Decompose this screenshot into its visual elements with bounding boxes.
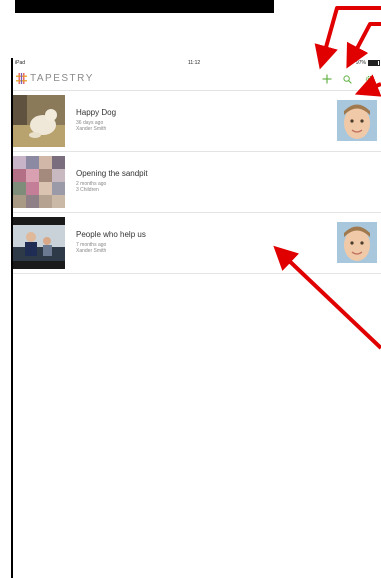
plus-icon xyxy=(322,74,332,84)
add-button[interactable] xyxy=(320,72,334,86)
carrier-label: iPad xyxy=(15,60,26,66)
gear-icon xyxy=(365,75,373,83)
observation-row-people-who-help[interactable]: People who help us 7 months ago Xander S… xyxy=(13,213,381,274)
app-toolbar: TAPESTRY xyxy=(13,68,381,91)
black-header-bar xyxy=(15,0,274,13)
observation-info: People who help us 7 months ago Xander S… xyxy=(76,230,146,254)
tapestry-grid-icon xyxy=(16,73,27,84)
status-bar: iPad 11:12 97% xyxy=(13,58,381,68)
battery-icon xyxy=(368,60,380,66)
annotation-arrow-search xyxy=(346,22,381,69)
observation-info: Opening the sandpit 2 months ago 3 Child… xyxy=(76,169,148,193)
annotation-arrow-add xyxy=(314,6,381,70)
child-avatar xyxy=(337,100,377,141)
observation-child: Xander Smith xyxy=(76,126,107,132)
search-icon xyxy=(342,74,352,84)
app-title: TAPESTRY xyxy=(30,73,94,84)
ipad-screen: iPad 11:12 97% TAPESTRY Happy Dog 36 day… xyxy=(11,58,381,578)
clock: 11:12 xyxy=(188,60,201,66)
observation-thumbnail-people xyxy=(13,217,65,269)
observation-thumbnail-dog xyxy=(13,95,65,147)
observation-child: 3 Children xyxy=(76,187,99,193)
observation-row-sandpit[interactable]: Opening the sandpit 2 months ago 3 Child… xyxy=(13,152,381,213)
observation-list: Happy Dog 36 days ago Xander Smith Openi… xyxy=(13,91,381,274)
battery-percent: 97% xyxy=(355,60,366,66)
app-logo: TAPESTRY xyxy=(16,73,94,84)
observation-info: Happy Dog 36 days ago Xander Smith xyxy=(76,108,116,132)
observation-title: Opening the sandpit xyxy=(76,169,148,178)
observation-title: Happy Dog xyxy=(76,108,117,117)
child-avatar xyxy=(337,222,377,263)
observation-row-happy-dog[interactable]: Happy Dog 36 days ago Xander Smith xyxy=(13,91,381,152)
settings-button[interactable] xyxy=(362,72,376,86)
observation-thumbnail-pixelated xyxy=(13,156,65,208)
observation-child: Xander Smith xyxy=(76,248,107,254)
observation-title: People who help us xyxy=(76,230,146,239)
battery-indicator: 97% xyxy=(356,60,380,66)
search-button[interactable] xyxy=(340,72,354,86)
